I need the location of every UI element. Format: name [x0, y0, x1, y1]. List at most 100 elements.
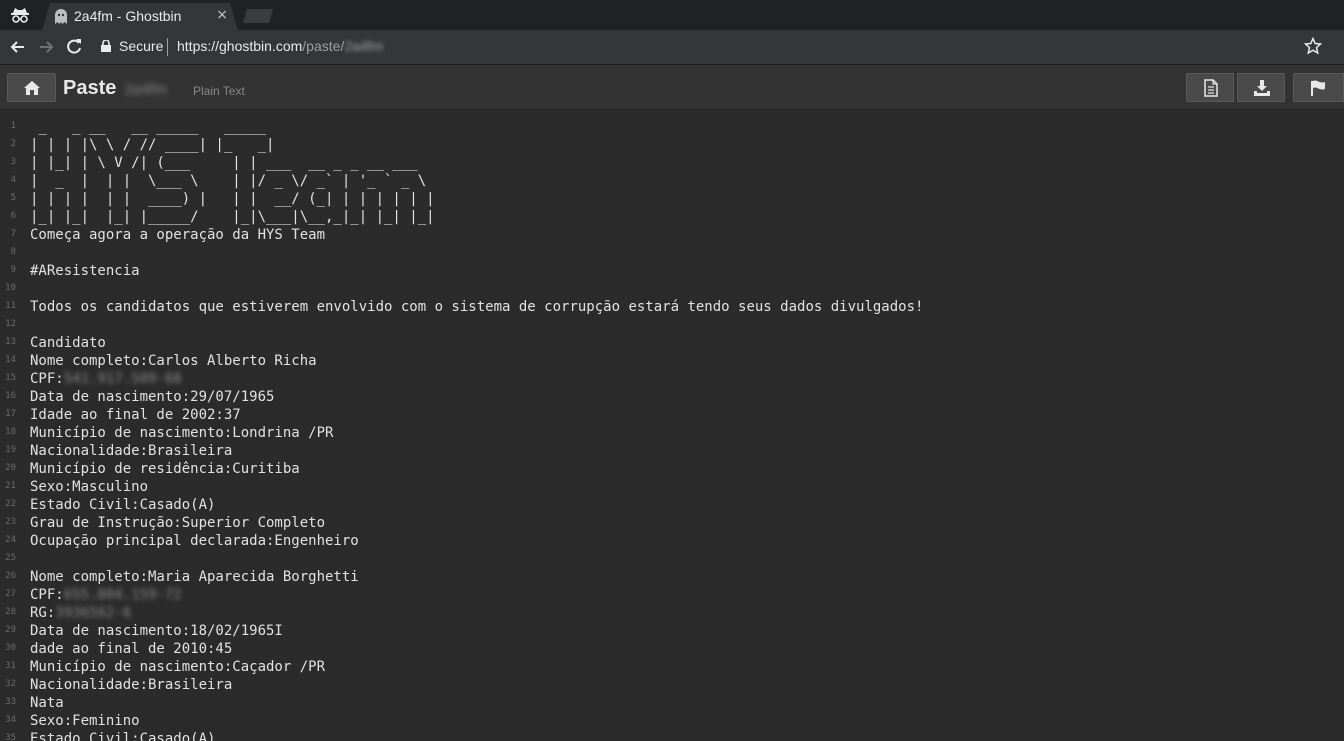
paste-id: 2a4fm	[125, 81, 167, 98]
line-text: Idade ao final de 2002:37	[30, 406, 241, 424]
tab-title: 2a4fm - Ghostbin	[74, 8, 182, 24]
line-number: 15	[5, 373, 16, 383]
line-text: Nacionalidade:Brasileira	[30, 442, 232, 460]
download-icon	[1254, 80, 1270, 96]
address-bar[interactable]: Secure https://ghostbin.com/paste/2a4fm	[92, 33, 1332, 60]
language-label: Plain Text	[193, 84, 245, 98]
line-text-value: Município de nascimento:Londrina /PR	[30, 425, 334, 441]
line-text: Candidato	[30, 334, 106, 352]
line-number: 19	[5, 445, 16, 455]
secure-label: Secure	[119, 38, 164, 54]
line-number: 14	[5, 355, 16, 365]
line-text-value: Estado Civil:Casado(A)	[30, 497, 216, 513]
line-text: #AResistencia	[30, 262, 140, 280]
line-text: Município de residência:Curitiba	[30, 460, 300, 478]
line-text-value: | | | |\ \ / // ____| |_ _|	[30, 137, 275, 153]
line-text-value: #AResistencia	[30, 263, 140, 279]
line-text: Município de nascimento:Caçador /PR	[30, 658, 325, 676]
line-number: 10	[5, 283, 16, 293]
line-text-value: CPF:	[30, 587, 64, 603]
redacted-value: 541.917.509-68	[63, 371, 182, 387]
line-number: 13	[5, 337, 16, 347]
line-number: 4	[10, 175, 16, 185]
line-text-value: Sexo:Feminino	[30, 713, 140, 729]
page-title: Paste	[63, 77, 117, 99]
redacted-value: 3936562-6	[55, 605, 132, 621]
line-text: _ _ __ __ _____ _____	[30, 118, 266, 136]
report-button[interactable]	[1293, 73, 1344, 102]
line-number: 17	[5, 409, 16, 419]
browser-tab[interactable]: 2a4fm - Ghostbin ×	[42, 3, 238, 30]
line-text-value: | | | | | | ____) | | | __/ (_| | | | | …	[30, 191, 435, 207]
line-text-value: | |_| | \ V /| (___ | | ___ __ _ _ __ __…	[30, 155, 418, 171]
line-number: 5	[10, 193, 16, 203]
bookmark-star-icon[interactable]	[1304, 37, 1322, 55]
line-text-value: Idade ao final de 2002:37	[30, 407, 241, 423]
line-number: 3	[10, 157, 16, 167]
line-text: Sexo:Feminino	[30, 712, 140, 730]
url-text: https://ghostbin.com/paste/2a4fm	[177, 38, 383, 54]
line-text-value: Começa agora a operação da HYS Team	[30, 227, 326, 243]
home-icon	[24, 81, 40, 95]
new-tab-button[interactable]	[243, 9, 273, 23]
home-button[interactable]	[7, 73, 56, 102]
line-text-value: Município de residência:Curitiba	[30, 461, 300, 477]
line-number: 2	[10, 139, 16, 149]
line-number: 34	[5, 715, 16, 725]
line-text-value: CPF:	[30, 371, 64, 387]
raw-view-button[interactable]	[1186, 73, 1234, 102]
line-text: Ocupação principal declarada:Engenheiro	[30, 532, 359, 550]
line-text-value: Município de nascimento:Caçador /PR	[30, 659, 326, 675]
line-number: 29	[5, 625, 16, 635]
line-number: 7	[10, 229, 16, 239]
line-number: 23	[5, 517, 16, 527]
line-number: 20	[5, 463, 16, 473]
line-number: 18	[5, 427, 16, 437]
line-text: Grau de Instrução:Superior Completo	[30, 514, 325, 532]
line-text-value: _ _ __ __ _____ _____	[30, 119, 267, 135]
line-text-value: Todos os candidatos que estiverem envolv…	[30, 299, 924, 315]
line-text-value: Nacionalidade:Brasileira	[30, 677, 233, 693]
line-text-value: Grau de Instrução:Superior Completo	[30, 515, 326, 531]
line-text-value: RG:	[30, 605, 56, 621]
ghost-favicon-icon	[54, 9, 68, 25]
reload-icon[interactable]	[64, 37, 84, 57]
download-button[interactable]	[1237, 73, 1285, 102]
line-text: CPF:541.917.509-68	[30, 370, 182, 388]
line-text: |_| |_| |_| |_____/ |_|\___|\__,_|_| |_|…	[30, 208, 435, 226]
line-text: | |_| | \ V /| (___ | | ___ __ _ _ __ __…	[30, 154, 418, 172]
line-number: 26	[5, 571, 16, 581]
line-number: 22	[5, 499, 16, 509]
line-text: Estado Civil:Casado(A)	[30, 496, 215, 514]
line-text: Data de nascimento:29/07/1965	[30, 388, 274, 406]
tab-close-icon[interactable]: ×	[216, 7, 228, 23]
line-number: 32	[5, 679, 16, 689]
line-text-value: Sexo:Masculino	[30, 479, 149, 495]
browser-toolbar: Secure https://ghostbin.com/paste/2a4fm	[0, 30, 1344, 65]
line-number: 35	[5, 733, 16, 741]
back-arrow-icon[interactable]	[8, 37, 28, 57]
line-text-value: Nata	[30, 695, 64, 711]
url-path: /paste/	[302, 38, 345, 54]
line-number: 30	[5, 643, 16, 653]
site-header: Paste 2a4fm Plain Text	[0, 65, 1344, 110]
line-number: 27	[5, 589, 16, 599]
line-number: 8	[10, 247, 16, 257]
line-number: 24	[5, 535, 16, 545]
incognito-icon	[11, 8, 29, 23]
line-text-value: |_| |_| |_| |_____/ |_|\___|\__,_|_| |_|…	[30, 209, 435, 225]
line-number: 33	[5, 697, 16, 707]
report-flag-icon	[1311, 80, 1325, 96]
line-text: Nome completo:Maria Aparecida Borghetti	[30, 568, 359, 586]
lock-icon	[101, 40, 111, 52]
line-text-value: Data de nascimento:18/02/1965I	[30, 623, 283, 639]
line-text: Começa agora a operação da HYS Team	[30, 226, 325, 244]
line-text: | _ | | | \___ \ | |/ _ \/ _` | '_ ` _ \	[30, 172, 426, 190]
line-text: CPF:655.804.159-72	[30, 586, 182, 604]
line-text-value: Estado Civil:Casado(A)	[30, 731, 216, 741]
line-text-value: dade ao final de 2010:45	[30, 641, 233, 657]
line-text: Data de nascimento:18/02/1965I	[30, 622, 283, 640]
line-text-value: Nome completo:Maria Aparecida Borghetti	[30, 569, 359, 585]
forward-arrow-icon[interactable]	[36, 37, 56, 57]
url-host: https://ghostbin.com	[177, 38, 303, 54]
